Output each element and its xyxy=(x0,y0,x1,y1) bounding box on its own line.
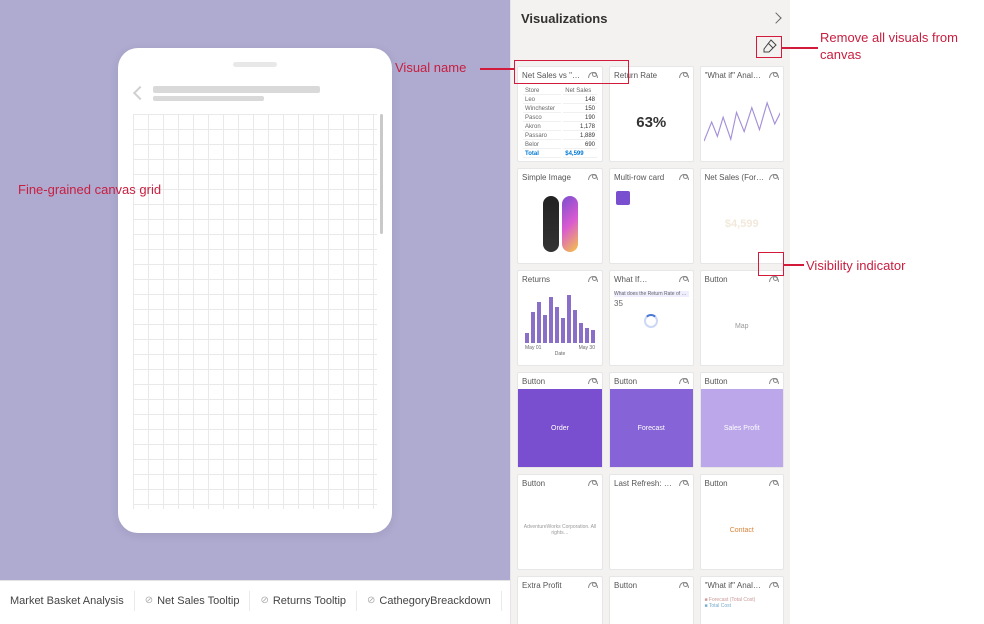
annotation-canvas-grid: Fine-grained canvas grid xyxy=(18,182,161,199)
mini-table: StoreNet Sales Leo148 Winchester150 Pasc… xyxy=(521,86,599,160)
panel-title: Visualizations xyxy=(521,11,607,26)
tile-title: "What if" Analysi… xyxy=(705,581,765,590)
visibility-icon[interactable] xyxy=(769,174,779,180)
callout-box xyxy=(756,36,782,58)
hidden-icon: ⊘ xyxy=(367,595,375,606)
button-label: Forecast xyxy=(610,389,693,467)
tile-title: Multi-row card xyxy=(614,173,664,182)
tile-whatif-slider[interactable]: What If… What does the Return Rate of … … xyxy=(609,270,694,366)
tile-title: "What if" Analysi… xyxy=(705,71,765,80)
tile-title: Button xyxy=(705,377,728,386)
visibility-icon[interactable] xyxy=(679,378,689,384)
kpi-value: 63% xyxy=(610,83,693,161)
button-text: Profile account xyxy=(610,593,693,624)
tile-title: Button xyxy=(522,377,545,386)
image-thumbnail xyxy=(518,185,602,263)
tab-returns-tooltip[interactable]: ⊘Returns Tooltip xyxy=(250,591,357,611)
callout-line xyxy=(782,47,818,49)
page-tabs: Market Basket Analysis ⊘Net Sales Toolti… xyxy=(0,580,560,620)
button-label: Sales Profit xyxy=(701,389,784,467)
tile-button-order[interactable]: Button Order xyxy=(517,372,603,468)
card-icon xyxy=(616,191,630,205)
visibility-icon[interactable] xyxy=(679,72,689,78)
annotation-visual-name: Visual name xyxy=(395,60,466,75)
back-icon[interactable] xyxy=(133,86,147,100)
tile-button-contact[interactable]: Button Contact xyxy=(700,474,785,570)
annotation-remove-all: Remove all visuals from canvas xyxy=(820,30,984,64)
visibility-icon[interactable] xyxy=(588,480,598,486)
visibility-icon[interactable] xyxy=(769,480,779,486)
visibility-icon[interactable] xyxy=(769,378,779,384)
tile-title: Last Refresh: Jun… xyxy=(614,479,674,488)
phone-header xyxy=(133,83,377,104)
tile-title: Returns xyxy=(522,275,550,284)
annotation-visibility: Visibility indicator xyxy=(806,258,905,273)
tile-button-profile[interactable]: Button Profile account xyxy=(609,576,694,624)
bar-chart xyxy=(521,290,599,345)
tile-button-salesprofit[interactable]: Button Sales Profit xyxy=(700,372,785,468)
callout-box xyxy=(758,252,784,276)
tab-market-basket[interactable]: Market Basket Analysis xyxy=(0,591,135,611)
tile-net-sales-forecast[interactable]: Net Sales (Forec… $4,599 xyxy=(700,168,785,264)
callout-box xyxy=(514,60,629,84)
tile-extra-profit[interactable]: Extra Profit $1,099 xyxy=(517,576,603,624)
tile-title: Button xyxy=(705,275,728,284)
tile-multirow-card[interactable]: Multi-row card xyxy=(609,168,694,264)
phone-frame xyxy=(118,48,392,533)
tab-category-breakdown[interactable]: ⊘CathegoryBreackdown xyxy=(357,591,502,611)
visibility-icon[interactable] xyxy=(588,582,598,588)
tile-button-text1[interactable]: Button AdventureWorks Corporation. All r… xyxy=(517,474,603,570)
visibility-icon[interactable] xyxy=(588,174,598,180)
visibility-icon[interactable] xyxy=(769,582,779,588)
button-label: Order xyxy=(518,389,602,467)
tile-title: What If… xyxy=(614,275,647,284)
visibility-icon[interactable] xyxy=(679,582,689,588)
tile-whatif-analysis-2[interactable]: "What if" Analysi… ■ Forecast (Total Cos… xyxy=(700,576,785,624)
tile-last-refresh[interactable]: Last Refresh: Jun… xyxy=(609,474,694,570)
tile-whatif-analysis-1[interactable]: "What if" Analysi… xyxy=(700,66,785,162)
whatif-value: 35 xyxy=(614,299,689,308)
toolbar-row xyxy=(511,36,790,62)
tab-net-sales-tooltip[interactable]: ⊘Net Sales Tooltip xyxy=(135,591,251,611)
canvas-grid[interactable] xyxy=(133,114,377,509)
visibility-icon[interactable] xyxy=(588,276,598,282)
phone-title-placeholder xyxy=(153,83,375,104)
visibility-icon[interactable] xyxy=(769,72,779,78)
tile-title: Button xyxy=(705,479,728,488)
sparkline-chart xyxy=(704,86,781,158)
visibility-icon[interactable] xyxy=(679,276,689,282)
tile-title: Button xyxy=(614,581,637,590)
tile-returns-chart[interactable]: Returns May 01May 30 Date xyxy=(517,270,603,366)
visibility-icon[interactable] xyxy=(769,276,779,282)
tile-title: Button xyxy=(522,479,545,488)
tile-title: Button xyxy=(614,377,637,386)
pale-value: $1,099 xyxy=(518,593,602,624)
tile-title: Net Sales (Forec… xyxy=(705,173,765,182)
visualizations-header: Visualizations xyxy=(511,0,790,36)
canvas-scrollbar[interactable] xyxy=(380,114,383,234)
visibility-icon[interactable] xyxy=(588,378,598,384)
mobile-canvas-area xyxy=(0,0,510,580)
visibility-icon[interactable] xyxy=(679,174,689,180)
button-label: Map xyxy=(701,287,784,365)
tile-button-forecast[interactable]: Button Forecast xyxy=(609,372,694,468)
tile-title: Simple Image xyxy=(522,173,571,182)
hidden-icon: ⊘ xyxy=(260,595,268,606)
visualizations-grid: Net Sales vs "W… StoreNet Sales Leo148 W… xyxy=(511,62,790,624)
callout-line xyxy=(784,264,804,266)
tile-title: Extra Profit xyxy=(522,581,562,590)
callout-line xyxy=(480,68,514,70)
visualizations-pane: Visualizations Net Sales vs "W… StoreNet… xyxy=(510,0,790,624)
visibility-icon[interactable] xyxy=(679,480,689,486)
tile-button-map[interactable]: Button Map xyxy=(700,270,785,366)
button-text: Contact xyxy=(701,491,784,569)
loading-spinner-icon xyxy=(644,314,658,328)
whatif-caption: What does the Return Rate of … xyxy=(614,291,689,297)
button-text: AdventureWorks Corporation. All rights… xyxy=(518,491,602,569)
tile-simple-image[interactable]: Simple Image xyxy=(517,168,603,264)
hidden-icon: ⊘ xyxy=(145,595,153,606)
collapse-pane-icon[interactable] xyxy=(770,12,781,23)
